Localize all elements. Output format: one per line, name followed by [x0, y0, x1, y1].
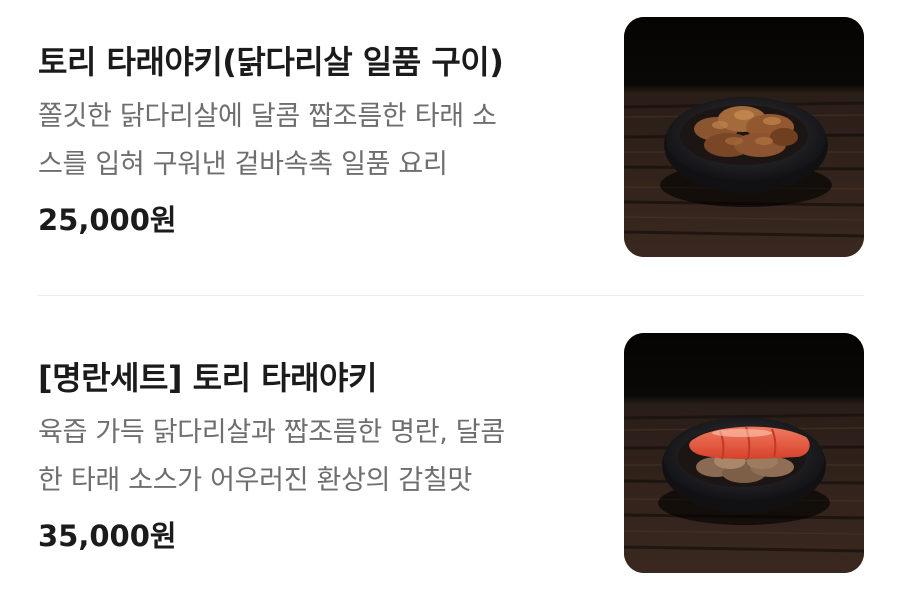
- menu-item-price: 25,000원: [38, 203, 177, 237]
- menu-item-photo[interactable]: [624, 333, 864, 573]
- menu-item-description-line: 한 타래 소스가 어우러진 환상의 감칠맛: [38, 465, 473, 496]
- menu-item-name: 토리 타래야키(닭다리살 일품 구이): [38, 43, 504, 81]
- menu-item-description-line: 스를 입혀 구워낸 겉바속촉 일품 요리: [38, 149, 448, 180]
- menu-list: 토리 타래야키(닭다리살 일품 구이) 쫄깃한 닭다리살에 달콤 짭조름한 타래…: [0, 0, 900, 600]
- menu-item-description-line: 육즙 가득 닭다리살과 짭조름한 명란, 달콤: [38, 417, 505, 448]
- grilled-chicken-dish-photo: [624, 17, 864, 257]
- grilled-chicken-with-mentaiko-photo: [624, 333, 864, 573]
- menu-item-description: 육즙 가득 닭다리살과 짭조름한 명란, 달콤 한 타래 소스가 어우러진 환상…: [38, 409, 598, 505]
- menu-item-tori-tareyaki[interactable]: 토리 타래야키(닭다리살 일품 구이) 쫄깃한 닭다리살에 달콤 짭조름한 타래…: [38, 17, 864, 257]
- menu-item-description: 쫄깃한 닭다리살에 달콤 짭조름한 타래 소 스를 입혀 구워낸 겉바속촉 일품…: [38, 93, 598, 189]
- menu-item-name: [명란세트] 토리 타래야키: [38, 359, 377, 397]
- menu-item-photo[interactable]: [624, 17, 864, 257]
- divider: [38, 295, 864, 296]
- menu-item-price: 35,000원: [38, 519, 177, 553]
- menu-item-description-line: 쫄깃한 닭다리살에 달콤 짭조름한 타래 소: [38, 101, 497, 132]
- menu-item-mentaiko-set[interactable]: [명란세트] 토리 타래야키 육즙 가득 닭다리살과 짭조름한 명란, 달콤 한…: [38, 333, 864, 573]
